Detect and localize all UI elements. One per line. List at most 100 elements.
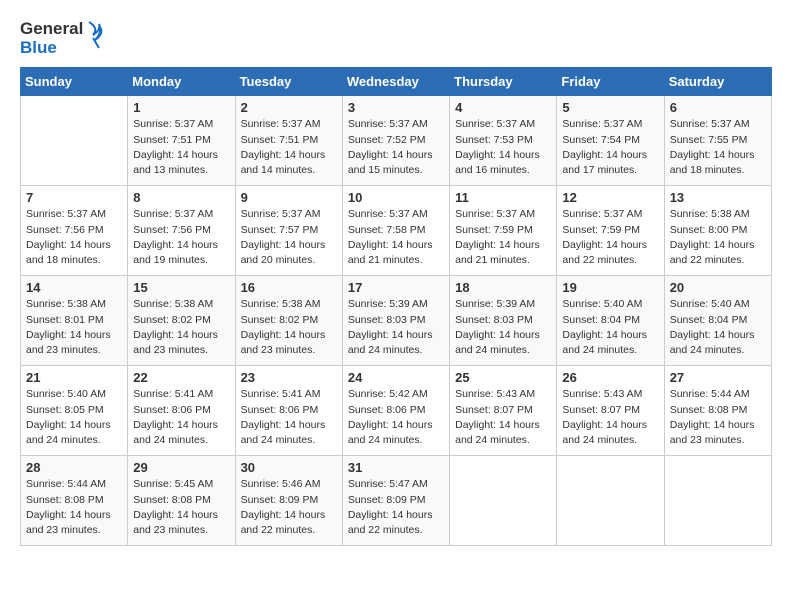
day-info: Sunrise: 5:37 AMSunset: 7:51 PMDaylight:…	[133, 117, 229, 178]
week-row-5: 28 Sunrise: 5:44 AMSunset: 8:08 PMDayligh…	[21, 456, 772, 546]
day-info: Sunrise: 5:37 AMSunset: 7:56 PMDaylight:…	[26, 207, 122, 268]
day-number: 18	[455, 280, 551, 295]
calendar-cell: 25 Sunrise: 5:43 AMSunset: 8:07 PMDayligh…	[450, 366, 557, 456]
calendar-table: SundayMondayTuesdayWednesdayThursdayFrid…	[20, 67, 772, 546]
calendar-cell	[664, 456, 771, 546]
day-number: 20	[670, 280, 766, 295]
day-number: 6	[670, 100, 766, 115]
day-info: Sunrise: 5:40 AMSunset: 8:04 PMDaylight:…	[562, 297, 658, 358]
day-number: 12	[562, 190, 658, 205]
day-number: 5	[562, 100, 658, 115]
day-info: Sunrise: 5:39 AMSunset: 8:03 PMDaylight:…	[348, 297, 444, 358]
day-number: 22	[133, 370, 229, 385]
day-number: 7	[26, 190, 122, 205]
day-number: 1	[133, 100, 229, 115]
day-info: Sunrise: 5:37 AMSunset: 7:55 PMDaylight:…	[670, 117, 766, 178]
day-info: Sunrise: 5:39 AMSunset: 8:03 PMDaylight:…	[455, 297, 551, 358]
day-header-friday: Friday	[557, 68, 664, 96]
week-row-3: 14Sunrise: 5:38 AMSunset: 8:01 PMDayligh…	[21, 276, 772, 366]
day-number: 15	[133, 280, 229, 295]
day-info: Sunrise: 5:44 AMSunset: 8:08 PMDaylight:…	[26, 477, 122, 538]
calendar-cell: 21 Sunrise: 5:40 AMSunset: 8:05 PMDayligh…	[21, 366, 128, 456]
calendar-cell: 16 Sunrise: 5:38 AMSunset: 8:02 PMDayligh…	[235, 276, 342, 366]
day-info: Sunrise: 5:43 AMSunset: 8:07 PMDaylight:…	[455, 387, 551, 448]
calendar-cell	[450, 456, 557, 546]
calendar-cell: 5 Sunrise: 5:37 AMSunset: 7:54 PMDaylight…	[557, 96, 664, 186]
day-header-wednesday: Wednesday	[342, 68, 449, 96]
day-header-monday: Monday	[128, 68, 235, 96]
calendar-cell: 12 Sunrise: 5:37 AMSunset: 7:59 PMDayligh…	[557, 186, 664, 276]
calendar-cell	[21, 96, 128, 186]
day-number: 21	[26, 370, 122, 385]
day-info: Sunrise: 5:38 AMSunset: 8:00 PMDaylight:…	[670, 207, 766, 268]
day-number: 24	[348, 370, 444, 385]
day-info: Sunrise: 5:37 AMSunset: 7:51 PMDaylight:…	[241, 117, 337, 178]
day-header-tuesday: Tuesday	[235, 68, 342, 96]
week-row-4: 21 Sunrise: 5:40 AMSunset: 8:05 PMDayligh…	[21, 366, 772, 456]
day-number: 28	[26, 460, 122, 475]
day-number: 2	[241, 100, 337, 115]
calendar-cell: 14Sunrise: 5:38 AMSunset: 8:01 PMDayligh…	[21, 276, 128, 366]
day-info: Sunrise: 5:38 AMSunset: 8:02 PMDaylight:…	[133, 297, 229, 358]
day-info: Sunrise: 5:46 AMSunset: 8:09 PMDaylight:…	[241, 477, 337, 538]
day-info: Sunrise: 5:37 AMSunset: 7:59 PMDaylight:…	[455, 207, 551, 268]
calendar-cell: 1 Sunrise: 5:37 AMSunset: 7:51 PMDaylight…	[128, 96, 235, 186]
calendar-cell: 15 Sunrise: 5:38 AMSunset: 8:02 PMDayligh…	[128, 276, 235, 366]
week-row-1: 1 Sunrise: 5:37 AMSunset: 7:51 PMDaylight…	[21, 96, 772, 186]
day-number: 31	[348, 460, 444, 475]
calendar-cell: 3Sunrise: 5:37 AMSunset: 7:52 PMDaylight…	[342, 96, 449, 186]
day-number: 16	[241, 280, 337, 295]
calendar-cell: 26Sunrise: 5:43 AMSunset: 8:07 PMDayligh…	[557, 366, 664, 456]
day-number: 14	[26, 280, 122, 295]
calendar-cell: 2 Sunrise: 5:37 AMSunset: 7:51 PMDaylight…	[235, 96, 342, 186]
day-info: Sunrise: 5:38 AMSunset: 8:02 PMDaylight:…	[241, 297, 337, 358]
calendar-cell: 28 Sunrise: 5:44 AMSunset: 8:08 PMDayligh…	[21, 456, 128, 546]
day-info: Sunrise: 5:37 AMSunset: 7:57 PMDaylight:…	[241, 207, 337, 268]
logo-text-general: General	[20, 20, 83, 39]
day-number: 19	[562, 280, 658, 295]
calendar-cell: 4Sunrise: 5:37 AMSunset: 7:53 PMDaylight…	[450, 96, 557, 186]
calendar-cell: 22 Sunrise: 5:41 AMSunset: 8:06 PMDayligh…	[128, 366, 235, 456]
calendar-cell: 13 Sunrise: 5:38 AMSunset: 8:00 PMDayligh…	[664, 186, 771, 276]
day-header-thursday: Thursday	[450, 68, 557, 96]
day-header-saturday: Saturday	[664, 68, 771, 96]
day-header-sunday: Sunday	[21, 68, 128, 96]
day-info: Sunrise: 5:42 AMSunset: 8:06 PMDaylight:…	[348, 387, 444, 448]
page-header: General Blue	[20, 20, 772, 57]
day-info: Sunrise: 5:40 AMSunset: 8:04 PMDaylight:…	[670, 297, 766, 358]
day-info: Sunrise: 5:41 AMSunset: 8:06 PMDaylight:…	[133, 387, 229, 448]
calendar-cell: 8Sunrise: 5:37 AMSunset: 7:56 PMDaylight…	[128, 186, 235, 276]
day-info: Sunrise: 5:37 AMSunset: 7:58 PMDaylight:…	[348, 207, 444, 268]
day-info: Sunrise: 5:37 AMSunset: 7:54 PMDaylight:…	[562, 117, 658, 178]
day-info: Sunrise: 5:40 AMSunset: 8:05 PMDaylight:…	[26, 387, 122, 448]
days-header-row: SundayMondayTuesdayWednesdayThursdayFrid…	[21, 68, 772, 96]
calendar-cell: 11 Sunrise: 5:37 AMSunset: 7:59 PMDayligh…	[450, 186, 557, 276]
day-info: Sunrise: 5:37 AMSunset: 7:59 PMDaylight:…	[562, 207, 658, 268]
logo-graphic: General Blue	[20, 20, 103, 57]
calendar-cell: 19 Sunrise: 5:40 AMSunset: 8:04 PMDayligh…	[557, 276, 664, 366]
calendar-cell: 20 Sunrise: 5:40 AMSunset: 8:04 PMDayligh…	[664, 276, 771, 366]
calendar-cell: 30 Sunrise: 5:46 AMSunset: 8:09 PMDayligh…	[235, 456, 342, 546]
calendar-cell: 24 Sunrise: 5:42 AMSunset: 8:06 PMDayligh…	[342, 366, 449, 456]
day-number: 17	[348, 280, 444, 295]
day-number: 3	[348, 100, 444, 115]
calendar-cell	[557, 456, 664, 546]
logo: General Blue	[20, 20, 103, 57]
day-number: 27	[670, 370, 766, 385]
calendar-cell: 6 Sunrise: 5:37 AMSunset: 7:55 PMDaylight…	[664, 96, 771, 186]
calendar-cell: 17 Sunrise: 5:39 AMSunset: 8:03 PMDayligh…	[342, 276, 449, 366]
logo-wave-icon	[85, 20, 103, 50]
day-number: 13	[670, 190, 766, 205]
calendar-cell: 10Sunrise: 5:37 AMSunset: 7:58 PMDayligh…	[342, 186, 449, 276]
calendar-cell: 7 Sunrise: 5:37 AMSunset: 7:56 PMDaylight…	[21, 186, 128, 276]
day-number: 4	[455, 100, 551, 115]
day-number: 30	[241, 460, 337, 475]
day-info: Sunrise: 5:45 AMSunset: 8:08 PMDaylight:…	[133, 477, 229, 538]
day-info: Sunrise: 5:43 AMSunset: 8:07 PMDaylight:…	[562, 387, 658, 448]
day-number: 23	[241, 370, 337, 385]
day-number: 29	[133, 460, 229, 475]
day-number: 11	[455, 190, 551, 205]
logo-text-blue: Blue	[20, 39, 83, 58]
day-number: 25	[455, 370, 551, 385]
calendar-cell: 18 Sunrise: 5:39 AMSunset: 8:03 PMDayligh…	[450, 276, 557, 366]
